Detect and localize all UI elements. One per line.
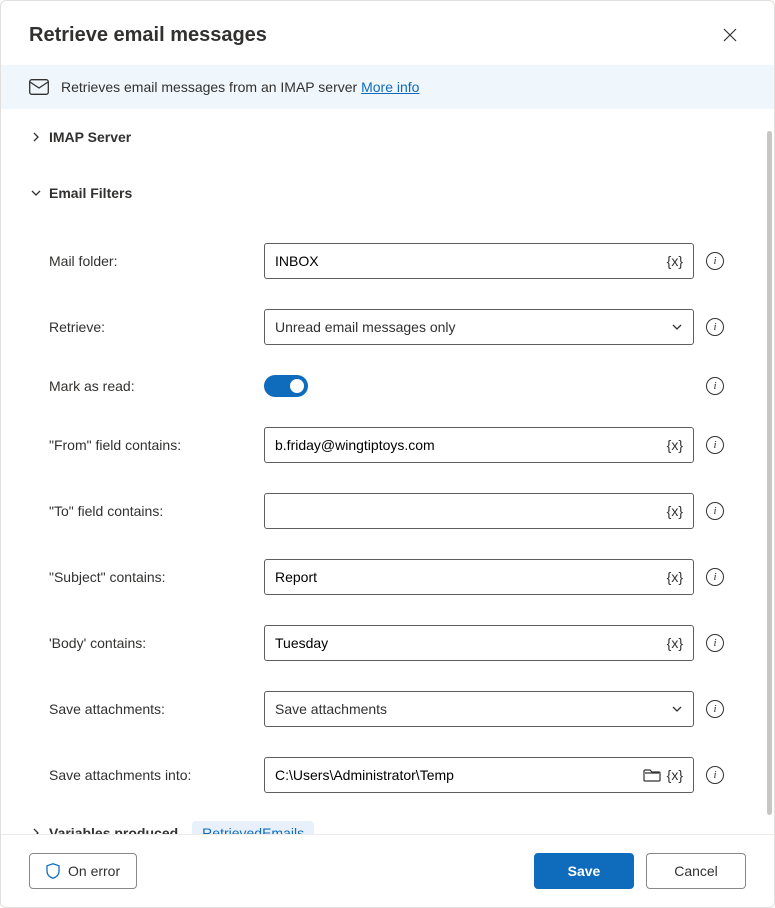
- input-body[interactable]: {x}: [264, 625, 694, 661]
- select-retrieve[interactable]: Unread email messages only: [264, 309, 694, 345]
- section-email-filters[interactable]: Email Filters: [1, 173, 774, 213]
- shield-icon: [46, 863, 60, 879]
- info-icon[interactable]: i: [706, 700, 724, 718]
- label-subject: "Subject" contains:: [29, 569, 264, 585]
- chevron-down-icon: [671, 703, 683, 715]
- section-variables-produced[interactable]: Variables produced: [29, 825, 178, 834]
- row-mail-folder: Mail folder: {x} i: [1, 243, 774, 279]
- row-to: "To" field contains: {x} i: [1, 493, 774, 529]
- close-button[interactable]: [714, 19, 746, 51]
- more-info-link[interactable]: More info: [361, 79, 419, 95]
- input-subject[interactable]: {x}: [264, 559, 694, 595]
- row-mark-read: Mark as read: i: [1, 375, 774, 397]
- label-mail-folder: Mail folder:: [29, 253, 264, 269]
- save-button[interactable]: Save: [534, 853, 634, 889]
- variable-picker-icon[interactable]: {x}: [667, 767, 683, 783]
- from-field[interactable]: [275, 428, 667, 462]
- chevron-down-icon: [671, 321, 683, 333]
- section-imap-server[interactable]: IMAP Server: [1, 117, 774, 157]
- label-save-attachments: Save attachments:: [29, 701, 264, 717]
- info-icon[interactable]: i: [706, 318, 724, 336]
- chevron-right-icon: [29, 130, 43, 144]
- info-icon[interactable]: i: [706, 252, 724, 270]
- dialog: Retrieve email messages Retrieves email …: [0, 0, 775, 908]
- mail-folder-field[interactable]: [275, 244, 667, 278]
- label-mark-read: Mark as read:: [29, 378, 264, 394]
- save-attachments-into-field[interactable]: [275, 758, 643, 792]
- mail-icon: [29, 79, 49, 95]
- row-from: "From" field contains: {x} i: [1, 427, 774, 463]
- label-retrieve: Retrieve:: [29, 319, 264, 335]
- select-save-attachments[interactable]: Save attachments: [264, 691, 694, 727]
- dialog-header: Retrieve email messages: [1, 1, 774, 65]
- variable-picker-icon[interactable]: {x}: [667, 437, 683, 453]
- info-icon[interactable]: i: [706, 766, 724, 784]
- section-filters-label: Email Filters: [49, 185, 132, 201]
- save-label: Save: [568, 863, 601, 879]
- input-to[interactable]: {x}: [264, 493, 694, 529]
- section-imap-label: IMAP Server: [49, 129, 131, 145]
- chevron-right-icon: [29, 826, 43, 834]
- label-from: "From" field contains:: [29, 437, 264, 453]
- on-error-label: On error: [68, 863, 120, 879]
- subject-field[interactable]: [275, 560, 667, 594]
- retrieve-value: Unread email messages only: [275, 319, 671, 335]
- body-field[interactable]: [275, 626, 667, 660]
- variable-retrieved-emails[interactable]: RetrievedEmails: [192, 821, 314, 834]
- row-save-attachments-into: Save attachments into: {x} i: [1, 757, 774, 793]
- cancel-label: Cancel: [674, 863, 718, 879]
- folder-browse-icon[interactable]: [643, 768, 661, 782]
- label-to: "To" field contains:: [29, 503, 264, 519]
- input-save-attachments-into[interactable]: {x}: [264, 757, 694, 793]
- info-icon[interactable]: i: [706, 634, 724, 652]
- dialog-title: Retrieve email messages: [29, 24, 267, 47]
- dialog-body: IMAP Server Email Filters Mail folder: {…: [1, 109, 774, 834]
- label-body: 'Body' contains:: [29, 635, 264, 651]
- cancel-button[interactable]: Cancel: [646, 853, 746, 889]
- scrollbar-thumb[interactable]: [767, 131, 772, 815]
- info-banner: Retrieves email messages from an IMAP se…: [1, 65, 774, 109]
- toggle-mark-read[interactable]: [264, 375, 308, 397]
- to-field[interactable]: [275, 494, 667, 528]
- chevron-down-icon: [29, 186, 43, 200]
- info-icon[interactable]: i: [706, 436, 724, 454]
- banner-text: Retrieves email messages from an IMAP se…: [61, 79, 419, 95]
- variables-produced-label: Variables produced: [49, 825, 178, 834]
- input-from[interactable]: {x}: [264, 427, 694, 463]
- row-variables-produced: Variables produced RetrievedEmails: [1, 793, 774, 834]
- info-icon[interactable]: i: [706, 377, 724, 395]
- variable-picker-icon[interactable]: {x}: [667, 503, 683, 519]
- variable-picker-icon[interactable]: {x}: [667, 569, 683, 585]
- save-attachments-value: Save attachments: [275, 701, 671, 717]
- input-mail-folder[interactable]: {x}: [264, 243, 694, 279]
- label-save-attachments-into: Save attachments into:: [29, 767, 264, 783]
- close-icon: [723, 28, 737, 42]
- info-icon[interactable]: i: [706, 502, 724, 520]
- row-retrieve: Retrieve: Unread email messages only i: [1, 309, 774, 345]
- variable-picker-icon[interactable]: {x}: [667, 253, 683, 269]
- variable-picker-icon[interactable]: {x}: [667, 635, 683, 651]
- row-body: 'Body' contains: {x} i: [1, 625, 774, 661]
- dialog-footer: On error Save Cancel: [1, 834, 774, 907]
- row-save-attachments: Save attachments: Save attachments i: [1, 691, 774, 727]
- on-error-button[interactable]: On error: [29, 853, 137, 889]
- info-icon[interactable]: i: [706, 568, 724, 586]
- row-subject: "Subject" contains: {x} i: [1, 559, 774, 595]
